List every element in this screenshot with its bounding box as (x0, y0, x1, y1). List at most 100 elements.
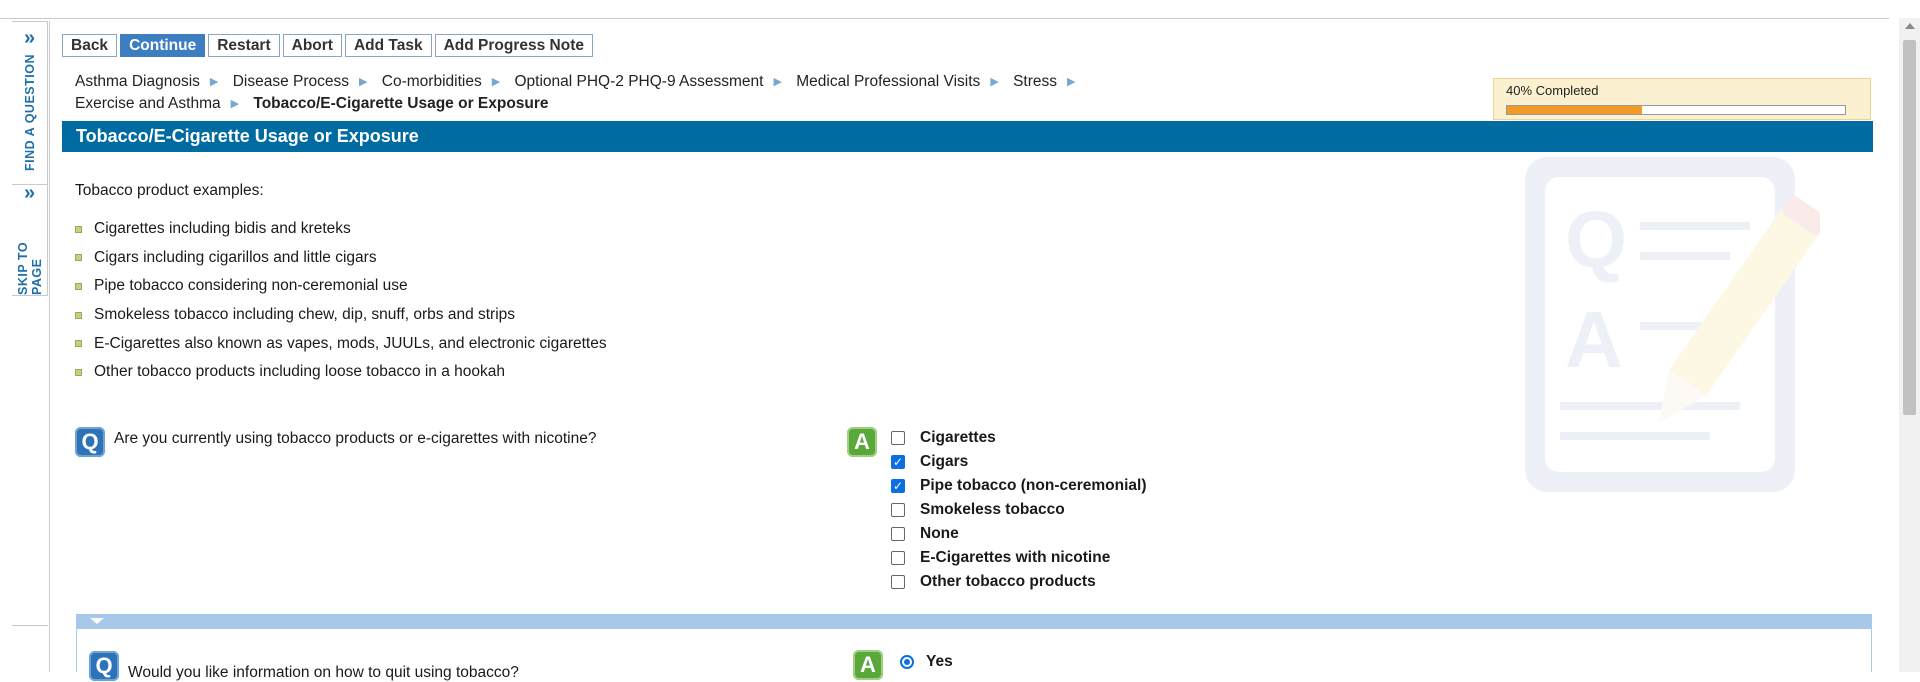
bullet-icon (75, 311, 82, 319)
breadcrumb-item[interactable]: Exercise and Asthma (75, 95, 221, 112)
option-label: Smokeless tobacco (920, 501, 1065, 518)
vertical-scrollbar[interactable] (1899, 18, 1920, 672)
list-item: E-Cigarettes also known as vapes, mods, … (75, 329, 607, 358)
breadcrumb-arrow-icon: ▶ (230, 98, 240, 110)
option-cigarettes[interactable]: Cigarettes (891, 426, 1147, 450)
check-icon: ✓ (892, 455, 904, 469)
breadcrumb-item[interactable]: Asthma Diagnosis (75, 73, 200, 90)
breadcrumb-item[interactable]: Disease Process (233, 73, 349, 90)
breadcrumb-item[interactable]: Optional PHQ-2 PHQ-9 Assessment (514, 73, 763, 90)
breadcrumb-item[interactable]: Stress (1013, 73, 1057, 90)
breadcrumb-arrow-icon: ▶ (359, 76, 368, 88)
breadcrumb-item[interactable]: Medical Professional Visits (796, 73, 980, 90)
watermark-q: Q (1565, 195, 1627, 284)
scrollbar-thumb[interactable] (1903, 40, 1916, 415)
scroll-up-arrow-icon[interactable] (1905, 23, 1915, 29)
option-yes[interactable]: Yes (900, 653, 953, 671)
breadcrumb-item[interactable]: Co-morbidities (382, 73, 482, 90)
radio-button[interactable] (900, 655, 914, 669)
breadcrumb-arrow-icon: ▶ (491, 76, 501, 88)
checkbox[interactable]: ✓ (891, 479, 905, 493)
caret-down-icon (90, 618, 104, 624)
answer-icon: A (847, 427, 877, 457)
side-divider (12, 625, 48, 626)
restart-button[interactable]: Restart (208, 34, 280, 57)
bullet-icon (75, 225, 82, 233)
list-item-text: Cigarettes including bidis and kreteks (94, 220, 351, 238)
section-header: Tobacco/E-Cigarette Usage or Exposure (62, 121, 1873, 152)
collapse-toggle[interactable] (76, 614, 1872, 628)
checkbox[interactable] (891, 431, 905, 445)
breadcrumb: Asthma Diagnosis ▶ Disease Process ▶ Co-mo… (75, 71, 1135, 115)
side-nav: » FIND A QUESTION » SKIP TO PAGE (12, 21, 48, 296)
option-none[interactable]: None (891, 522, 1147, 546)
option-label: Pipe tobacco (non-ceremonial) (920, 477, 1147, 494)
list-item-text: Pipe tobacco considering non-ceremonial … (94, 277, 408, 295)
list-item-text: Cigars including cigarillos and little c… (94, 248, 377, 266)
checkbox[interactable] (891, 551, 905, 565)
list-item-text: Other tobacco products including loose t… (94, 363, 506, 381)
continue-button[interactable]: Continue (120, 34, 206, 57)
question-1-text: Are you currently using tobacco products… (114, 430, 597, 447)
back-button[interactable]: Back (62, 34, 118, 57)
radio-selected-dot (904, 659, 910, 665)
breadcrumb-arrow-icon: ▶ (773, 76, 782, 88)
question-1-options: Cigarettes ✓ Cigars ✓ Pipe tobacco (non-ce… (891, 426, 1147, 594)
watermark-a: A (1565, 295, 1623, 384)
bullet-icon (75, 254, 82, 262)
breadcrumb-arrow-icon: ▶ (209, 76, 219, 88)
option-label: None (920, 525, 959, 542)
breadcrumb-arrow-icon: ▶ (1067, 76, 1076, 88)
list-item: Other tobacco products including loose t… (75, 358, 607, 387)
intro-text: Tobacco product examples: (75, 182, 264, 199)
list-item: Pipe tobacco considering non-ceremonial … (75, 272, 607, 301)
option-label: Cigarettes (920, 429, 996, 446)
checkbox[interactable]: ✓ (891, 455, 905, 469)
checkbox[interactable] (891, 527, 905, 541)
add-task-button[interactable]: Add Task (344, 34, 432, 57)
option-other-tobacco[interactable]: Other tobacco products (891, 570, 1147, 594)
question-icon: Q (89, 651, 119, 681)
question-icon: Q (75, 427, 105, 457)
section-title: Tobacco/E-Cigarette Usage or Exposure (76, 126, 419, 146)
option-e-cigarettes[interactable]: E-Cigarettes with nicotine (891, 546, 1147, 570)
find-question-tab[interactable]: » FIND A QUESTION (12, 27, 47, 185)
progress-label: 40% Completed (1506, 83, 1599, 98)
option-smokeless-tobacco[interactable]: Smokeless tobacco (891, 498, 1147, 522)
progress-track (1506, 105, 1846, 115)
option-pipe-tobacco[interactable]: ✓ Pipe tobacco (non-ceremonial) (891, 474, 1147, 498)
option-cigars[interactable]: ✓ Cigars (891, 450, 1147, 474)
toolbar: Back Continue Restart Abort Add Task Add… (62, 34, 593, 57)
check-icon: ✓ (892, 479, 904, 493)
list-item: Cigarettes including bidis and kreteks (75, 215, 607, 244)
abort-button[interactable]: Abort (282, 34, 342, 57)
question-2: Q Would you like information on how to q… (89, 650, 519, 682)
list-item: Smokeless tobacco including chew, dip, s… (75, 301, 607, 330)
checkbox[interactable] (891, 575, 905, 589)
add-progress-note-button[interactable]: Add Progress Note (434, 34, 593, 57)
chevron-right-icon: » (23, 27, 36, 49)
chevron-right-icon: » (23, 182, 36, 204)
bullet-icon (75, 282, 82, 290)
answer-icon: A (853, 650, 883, 680)
breadcrumb-arrow-icon: ▶ (990, 76, 999, 88)
qa-watermark-icon: Q A (1525, 157, 1820, 492)
checkbox[interactable] (891, 503, 905, 517)
list-item-text: E-Cigarettes also known as vapes, mods, … (94, 334, 607, 352)
find-question-label: FIND A QUESTION (22, 54, 37, 171)
list-item-text: Smokeless tobacco including chew, dip, s… (94, 306, 516, 324)
progress-indicator: 40% Completed (1493, 78, 1871, 120)
breadcrumb-current: Tobacco/E-Cigarette Usage or Exposure (253, 95, 549, 112)
bullet-icon (75, 368, 82, 376)
question-1: Q Are you currently using tobacco produc… (75, 427, 596, 457)
progress-fill (1507, 106, 1643, 114)
question-2-text: Would you like information on how to qui… (128, 664, 519, 681)
examples-list: Cigarettes including bidis and kreteks C… (75, 215, 607, 387)
top-divider (0, 18, 1889, 19)
bullet-icon (75, 340, 82, 348)
option-label: Yes (926, 653, 953, 670)
option-label: E-Cigarettes with nicotine (920, 549, 1111, 566)
list-item: Cigars including cigarillos and little c… (75, 244, 607, 273)
skip-to-page-label: SKIP TO PAGE (15, 241, 44, 295)
skip-to-page-tab[interactable]: » SKIP TO PAGE (12, 182, 47, 295)
